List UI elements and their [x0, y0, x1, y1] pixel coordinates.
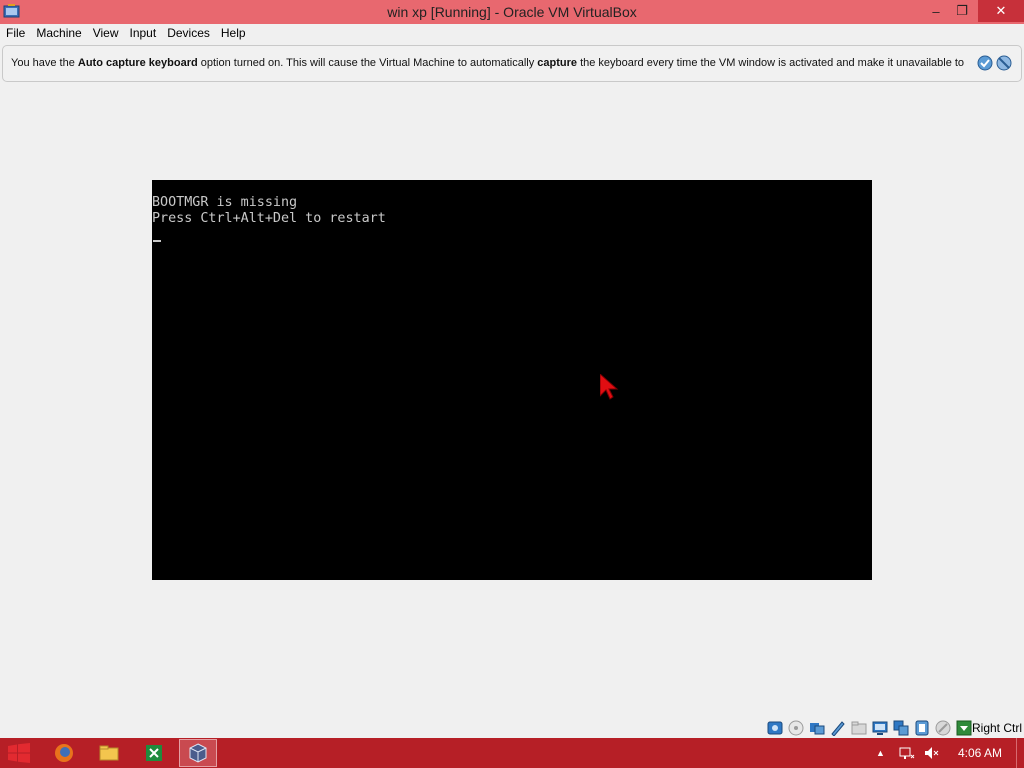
console-line-bootmgr: BOOTMGR is missing	[152, 195, 298, 210]
virtualbox-icon	[189, 743, 207, 763]
optical-drive-icon[interactable]	[788, 720, 804, 736]
console-output: BOOTMGR is missing Press Ctrl+Alt+Del to …	[152, 195, 386, 227]
firefox-icon	[55, 744, 73, 762]
cpu-icon[interactable]	[935, 720, 951, 736]
taskbar-file-explorer[interactable]	[90, 739, 128, 767]
audio-icon[interactable]	[809, 720, 825, 736]
menu-help[interactable]: Help	[221, 25, 246, 42]
file-explorer-icon	[99, 745, 119, 761]
host-key-label: Right Ctrl	[971, 721, 1022, 735]
taskbar-firefox[interactable]	[45, 739, 83, 767]
excel-icon	[146, 745, 162, 761]
video-capture-icon[interactable]	[914, 720, 930, 736]
usb-icon[interactable]	[851, 720, 867, 736]
network-icon[interactable]	[830, 720, 846, 736]
system-tray: ▲	[876, 738, 939, 768]
window-titlebar[interactable]: win xp [Running] - Oracle VM VirtualBox …	[0, 0, 1024, 24]
display-icon[interactable]	[893, 720, 909, 736]
notice-dismiss-icon[interactable]	[996, 55, 1012, 71]
restore-button[interactable]: ❐	[946, 0, 978, 22]
menu-machine[interactable]: Machine	[36, 25, 81, 42]
show-desktop-button[interactable]	[1016, 738, 1024, 768]
menu-input[interactable]: Input	[130, 25, 157, 42]
taskbar-excel[interactable]	[135, 739, 173, 767]
menu-bar: File Machine View Input Devices Help	[0, 24, 1024, 43]
auto-capture-notice: You have the Auto capture keyboard optio…	[2, 45, 1022, 82]
shared-folders-icon[interactable]	[872, 720, 888, 736]
volume-muted-icon[interactable]	[923, 745, 939, 761]
vm-display[interactable]: BOOTMGR is missing Press Ctrl+Alt+Del to …	[152, 180, 872, 580]
text-cursor	[153, 240, 161, 242]
menu-file[interactable]: File	[6, 25, 25, 42]
notice-bold-1: Auto capture keyboard	[77, 57, 198, 69]
notice-text-2: option turned on. This will cause the Vi…	[197, 57, 538, 69]
notice-bold-2: capture	[537, 57, 578, 69]
windows-taskbar: ▲ 4:06 AM	[0, 738, 1024, 768]
tray-overflow-icon[interactable]: ▲	[876, 748, 885, 758]
taskbar-clock[interactable]: 4:06 AM	[958, 746, 1002, 760]
console-line-restart: Press Ctrl+Alt+Del to restart	[152, 211, 386, 226]
window-title: win xp [Running] - Oracle VM VirtualBox	[387, 4, 637, 20]
vm-statusbar: Right Ctrl	[0, 717, 1024, 738]
menu-devices[interactable]: Devices	[167, 25, 210, 42]
mouse-pointer-icon	[600, 374, 619, 400]
notice-text-3: the keyboard every time the VM window is…	[577, 57, 965, 69]
menu-view[interactable]: View	[93, 25, 119, 42]
start-button-icon[interactable]	[8, 743, 30, 763]
mouse-integration-icon[interactable]	[956, 720, 972, 736]
close-button[interactable]: ✕	[978, 0, 1024, 22]
notice-text-1: You have the	[11, 57, 78, 69]
hard-disk-icon[interactable]	[767, 720, 783, 736]
notice-info-icon[interactable]	[977, 55, 993, 71]
taskbar-virtualbox[interactable]	[179, 739, 217, 767]
network-tray-icon[interactable]	[899, 745, 915, 761]
